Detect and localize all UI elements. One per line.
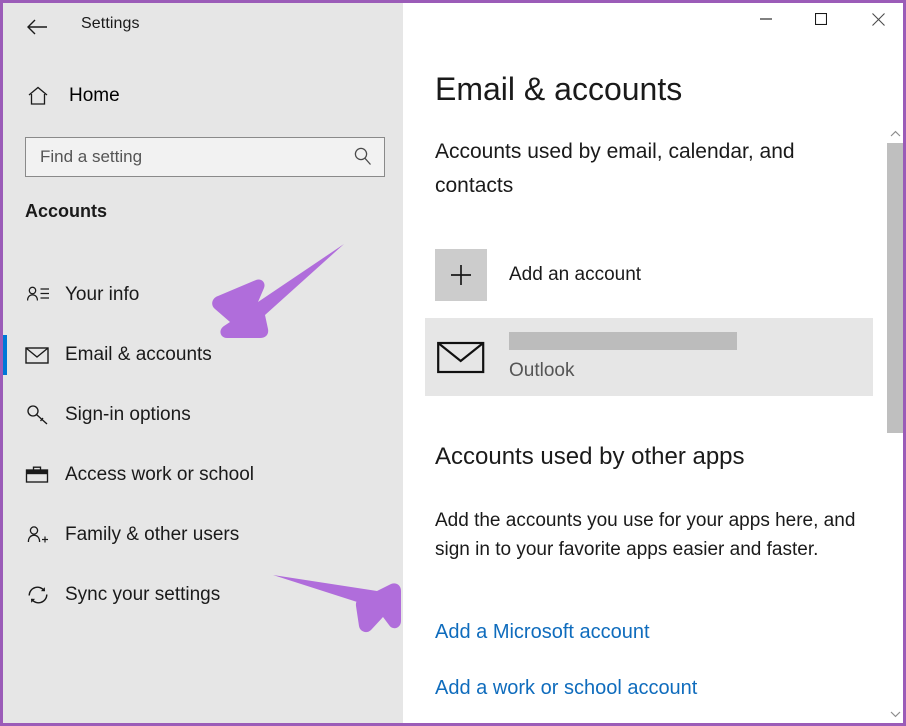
settings-window: Settings Home Find a setting Accounts Yo… xyxy=(0,0,906,726)
sidebar-item-label: Sync your settings xyxy=(65,584,221,605)
chevron-up-icon[interactable] xyxy=(887,125,903,143)
add-an-account-label: Add an account xyxy=(509,264,642,285)
sidebar-item-label: Your info xyxy=(65,284,140,305)
add-work-or-school-account-link[interactable]: Add a work or school account xyxy=(435,677,697,700)
sidebar-item-your-info[interactable]: Your info xyxy=(3,265,403,325)
selection-indicator xyxy=(3,395,7,435)
sidebar-home-label: Home xyxy=(69,85,120,106)
selection-indicator xyxy=(3,455,7,495)
envelope-icon xyxy=(21,345,55,365)
sidebar-item-access-work-or-school[interactable]: Access work or school xyxy=(3,445,403,505)
selection-indicator xyxy=(3,575,7,615)
sidebar-item-label: Email & accounts xyxy=(65,344,212,365)
maximize-button[interactable] xyxy=(798,3,844,35)
sidebar-item-home[interactable]: Home xyxy=(3,75,403,117)
content-pane: Email & accounts Accounts used by email,… xyxy=(403,3,903,723)
key-icon xyxy=(21,404,55,426)
search-box[interactable] xyxy=(25,137,385,177)
sidebar-item-label: Sign-in options xyxy=(65,404,191,425)
page-title: Email & accounts xyxy=(435,71,683,107)
user-plus-icon xyxy=(21,524,55,546)
redacted-email-address xyxy=(509,332,737,350)
sidebar-item-label: Family & other users xyxy=(65,524,240,545)
vertical-scrollbar[interactable] xyxy=(887,125,903,723)
sync-refresh-icon xyxy=(21,584,55,606)
other-apps-body-text: Add the accounts you use for your apps h… xyxy=(435,510,856,560)
sub-heading: Accounts used by email, calendar, and co… xyxy=(435,140,795,197)
close-button[interactable] xyxy=(855,3,901,35)
sidebar: Home Accounts xyxy=(3,3,403,723)
title-bar: Settings xyxy=(3,3,903,51)
sidebar-item-sign-in-options[interactable]: Sign-in options xyxy=(3,385,403,445)
sidebar-item-family-other-users[interactable]: Family & other users xyxy=(3,505,403,565)
back-button[interactable] xyxy=(17,9,57,45)
add-microsoft-account-link[interactable]: Add a Microsoft account xyxy=(435,621,650,644)
maximize-icon xyxy=(815,13,827,25)
search-input[interactable] xyxy=(26,138,342,176)
scrollbar-thumb[interactable] xyxy=(887,143,903,433)
minimize-icon xyxy=(760,18,772,20)
selection-indicator xyxy=(3,275,7,315)
briefcase-icon xyxy=(21,464,55,486)
close-icon xyxy=(871,12,885,26)
scrollbar-track[interactable] xyxy=(887,143,903,705)
add-an-account-button[interactable]: Add an account xyxy=(435,249,855,301)
window-title: Settings xyxy=(81,15,140,32)
sidebar-nav-list: Your info Email & accounts Sign-in optio… xyxy=(3,265,403,625)
sidebar-item-label: Access work or school xyxy=(65,464,255,485)
sidebar-item-email-accounts[interactable]: Email & accounts xyxy=(3,325,403,385)
sidebar-section-title: Accounts xyxy=(25,201,108,221)
search-icon[interactable] xyxy=(352,146,374,173)
account-tile-text: Outlook xyxy=(509,332,737,382)
minimize-button[interactable] xyxy=(743,3,789,35)
account-provider-label: Outlook xyxy=(509,360,575,381)
plus-icon xyxy=(435,249,487,301)
chevron-down-icon[interactable] xyxy=(887,705,903,723)
other-apps-heading: Accounts used by other apps xyxy=(435,443,745,470)
back-arrow-icon xyxy=(27,19,47,35)
home-icon xyxy=(23,85,53,107)
user-card-icon xyxy=(21,284,55,306)
sidebar-item-sync-your-settings[interactable]: Sync your settings xyxy=(3,565,403,625)
selection-indicator xyxy=(3,335,7,375)
envelope-icon xyxy=(437,338,487,376)
account-tile-outlook[interactable]: Outlook xyxy=(425,318,873,396)
selection-indicator xyxy=(3,515,7,555)
